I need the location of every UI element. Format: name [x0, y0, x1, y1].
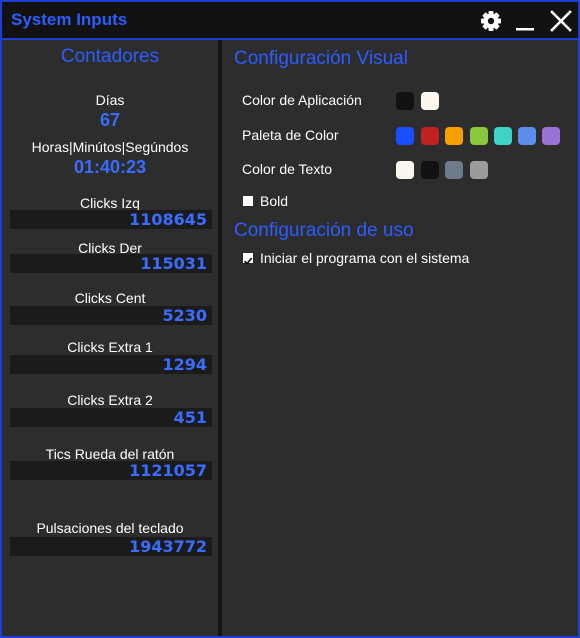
- clicks-center-field: 5230: [10, 306, 212, 325]
- settings-panel: Configuración Visual Color de Aplicación…: [222, 40, 578, 636]
- text-color-swatch-dark[interactable]: [421, 161, 439, 179]
- palette-swatch-green[interactable]: [470, 127, 488, 145]
- visual-config-title: Configuración Visual: [234, 48, 408, 69]
- days-value: 67: [99, 110, 121, 130]
- wheel-ticks-value: 1121057: [129, 461, 207, 480]
- clicks-left-label: Clicks Izq: [80, 195, 140, 211]
- settings-button[interactable]: [476, 6, 506, 36]
- text-color-swatch-gray[interactable]: [470, 161, 488, 179]
- clicks-left-field: 1108645: [10, 210, 212, 229]
- palette-swatch-purple[interactable]: [542, 127, 560, 145]
- usage-config-title: Configuración de uso: [234, 220, 414, 241]
- palette-swatch-red[interactable]: [421, 127, 439, 145]
- time-label: Horas|Minútos|Segúndos: [31, 139, 189, 155]
- close-button[interactable]: [546, 6, 576, 36]
- app-color-swatch-dark[interactable]: [396, 92, 414, 110]
- palette-swatch-orange[interactable]: [445, 127, 463, 145]
- minimize-icon: [510, 6, 540, 36]
- title-bar[interactable]: System Inputs: [2, 2, 578, 40]
- time-value: 01:40:23: [73, 157, 147, 177]
- window-title: System Inputs: [11, 10, 128, 29]
- bold-checkbox[interactable]: [243, 196, 253, 206]
- bold-label: Bold: [260, 193, 289, 209]
- clicks-right-field: 115031: [10, 254, 212, 273]
- gear-icon: [476, 6, 506, 36]
- app-window: System Inputs Contadores Días 67 Horas|M…: [0, 0, 580, 638]
- clicks-extra1-field: 1294: [10, 355, 212, 374]
- clicks-center-value: 5230: [162, 306, 207, 325]
- text-color-label: Color de Texto: [242, 161, 333, 177]
- palette-swatch-blue[interactable]: [396, 127, 414, 145]
- keypress-label: Pulsaciones del teclado: [36, 520, 184, 536]
- counters-panel: Contadores Días 67 Horas|Minútos|Segúndo…: [2, 40, 218, 636]
- clicks-extra2-value: 451: [173, 408, 207, 427]
- startup-checkbox[interactable]: [243, 253, 253, 265]
- clicks-center-label: Clicks Cent: [74, 290, 146, 306]
- clicks-extra1-value: 1294: [162, 355, 207, 374]
- minimize-button[interactable]: [510, 6, 540, 36]
- clicks-extra1-label: Clicks Extra 1: [67, 339, 153, 355]
- palette-swatch-lightblue[interactable]: [518, 127, 536, 145]
- palette-label: Paleta de Color: [242, 127, 339, 143]
- clicks-right-value: 115031: [140, 254, 207, 273]
- keypress-field: 1943772: [10, 537, 212, 556]
- startup-label: Iniciar el programa con el sistema: [260, 250, 470, 266]
- text-color-swatch-light[interactable]: [396, 161, 414, 179]
- app-color-label: Color de Aplicación: [242, 92, 362, 108]
- palette-swatch-teal[interactable]: [494, 127, 512, 145]
- days-label: Días: [95, 92, 125, 108]
- close-icon: [546, 6, 576, 36]
- app-color-swatch-light[interactable]: [421, 92, 439, 110]
- keypress-value: 1943772: [129, 537, 207, 556]
- clicks-left-value: 1108645: [129, 210, 207, 229]
- clicks-extra2-field: 451: [10, 408, 212, 427]
- clicks-extra2-label: Clicks Extra 2: [67, 392, 153, 408]
- counters-title: Contadores: [60, 46, 160, 67]
- wheel-ticks-field: 1121057: [10, 461, 212, 480]
- text-color-swatch-slate[interactable]: [445, 161, 463, 179]
- wheel-ticks-label: Tics Rueda del ratón: [45, 446, 175, 462]
